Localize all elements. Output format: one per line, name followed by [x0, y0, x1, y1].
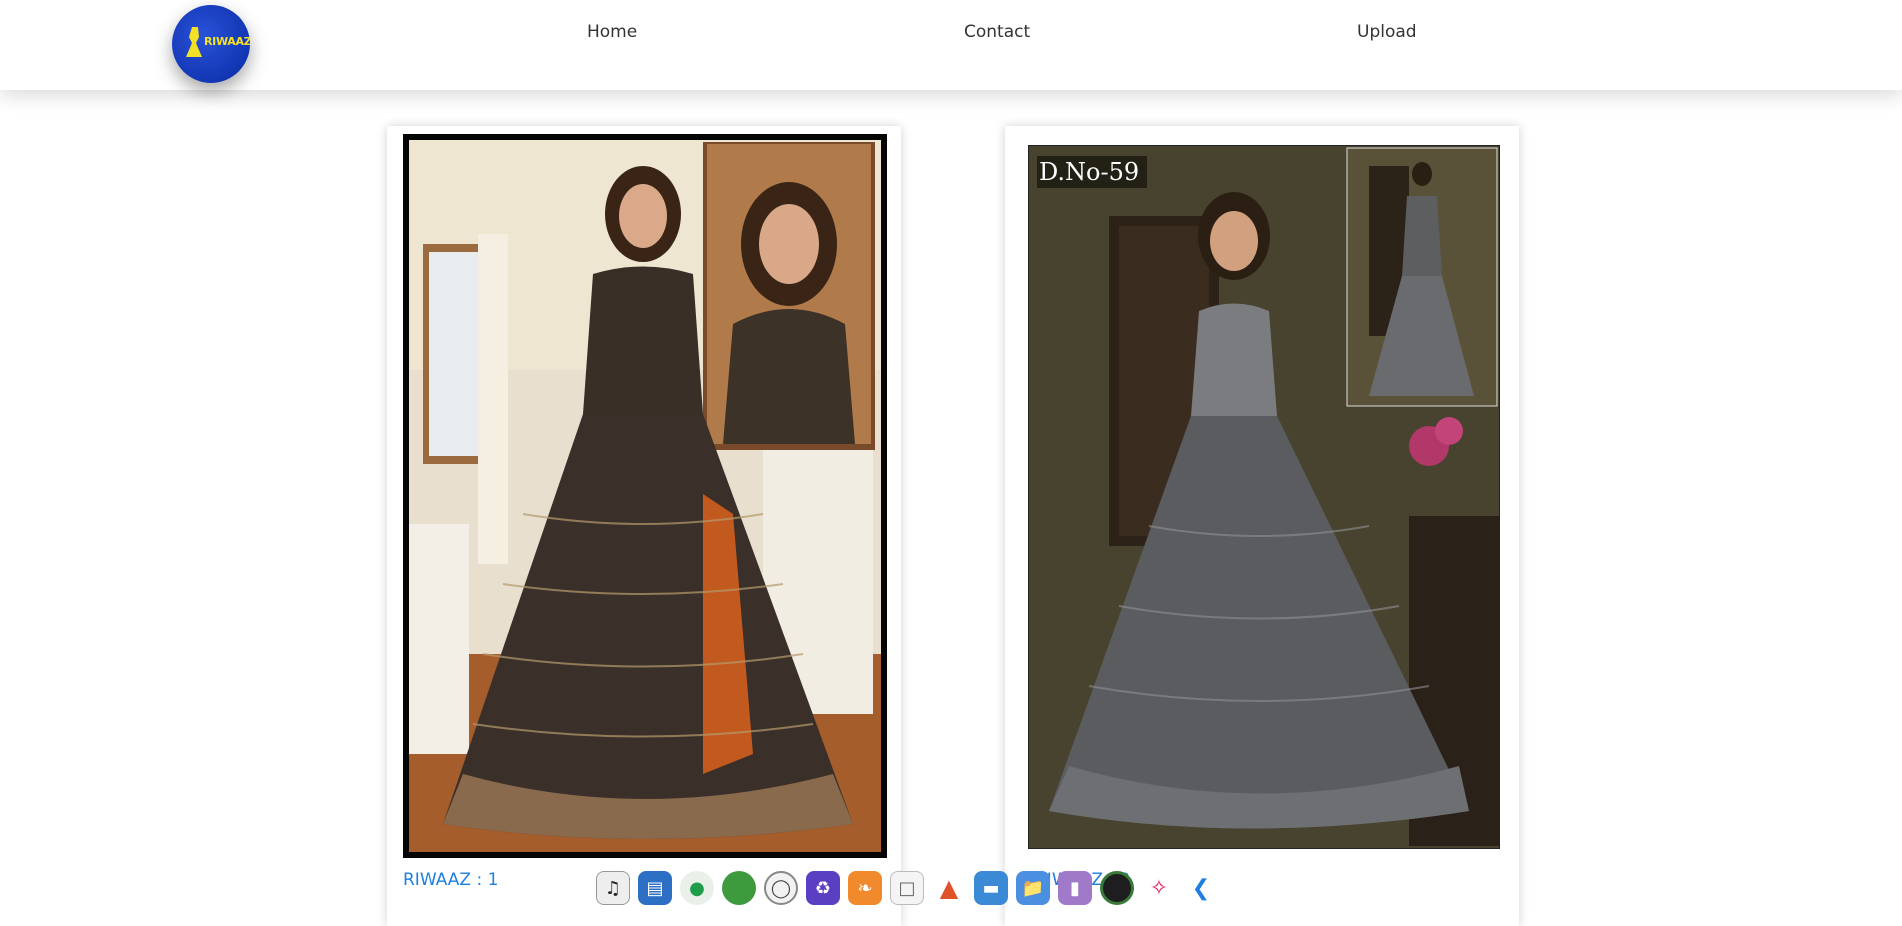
- folder-purple-icon[interactable]: ▮: [1058, 871, 1092, 905]
- finder-icon[interactable]: ▬: [974, 871, 1008, 905]
- product-image[interactable]: D.No-59: [1028, 145, 1500, 849]
- nav-contact-link[interactable]: Contact: [964, 22, 1030, 42]
- top-navbar: RIWAAZ Home Contact Upload: [0, 0, 1902, 90]
- riwaaz-logo[interactable]: RIWAAZ: [172, 5, 250, 83]
- product-photo-illustration: [1029, 146, 1499, 848]
- slack-icon[interactable]: ✧: [1142, 871, 1176, 905]
- recycle-icon[interactable]: ♻: [806, 871, 840, 905]
- product-image[interactable]: [403, 134, 887, 858]
- text-editor-icon[interactable]: ▤: [638, 871, 672, 905]
- music-icon[interactable]: ♫: [596, 871, 630, 905]
- product-caption[interactable]: RIWAAZ : 1: [403, 870, 498, 890]
- green-circle-icon[interactable]: [722, 871, 756, 905]
- product-card[interactable]: RIWAAZ : 1: [387, 126, 901, 926]
- logo-brand-text: RIWAAZ: [204, 35, 250, 48]
- product-photo-illustration: [409, 140, 881, 852]
- maps-icon[interactable]: ●: [680, 871, 714, 905]
- product-card[interactable]: D.No-59 RIWAAZ : 2: [1005, 126, 1519, 926]
- clock-icon[interactable]: ◯: [764, 871, 798, 905]
- nav-home-link[interactable]: Home: [587, 22, 637, 42]
- camera-icon[interactable]: [1100, 871, 1134, 905]
- app-dock: ♫ ▤ ● ◯ ♻ ❧ □ ▲ ▬ 📁 ▮ ✧ ❮: [596, 866, 1218, 910]
- blender-icon[interactable]: ❧: [848, 871, 882, 905]
- vscode-icon[interactable]: ❮: [1184, 871, 1218, 905]
- clipboard-icon[interactable]: □: [890, 871, 924, 905]
- brave-icon[interactable]: ▲: [932, 871, 966, 905]
- design-number-label: D.No-59: [1039, 158, 1140, 186]
- folder-icon[interactable]: 📁: [1016, 871, 1050, 905]
- nav-upload-link[interactable]: Upload: [1357, 22, 1417, 42]
